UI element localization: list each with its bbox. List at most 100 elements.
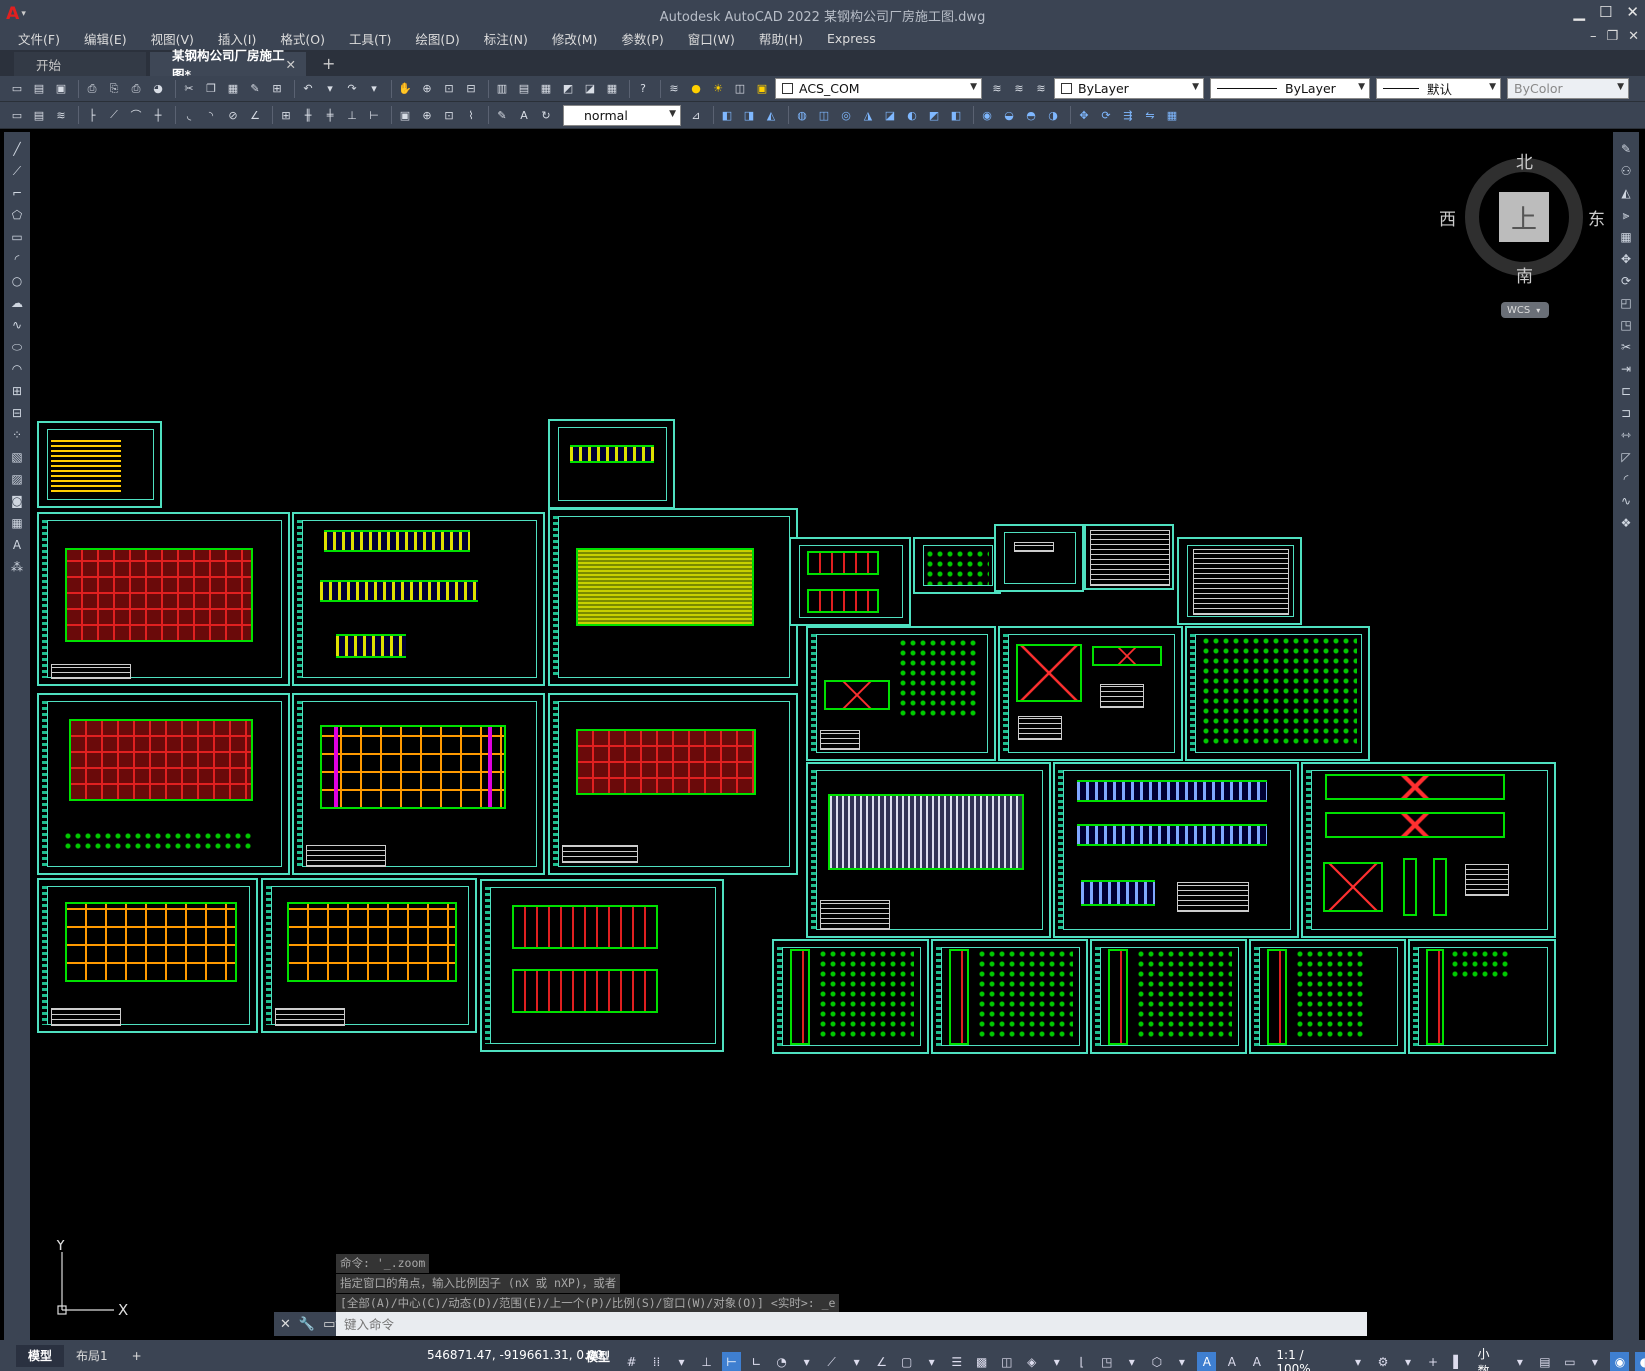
- ortho-mode-icon[interactable]: ∟: [747, 1352, 766, 1371]
- slice-icon[interactable]: ◑: [1044, 106, 1062, 124]
- object-snap-icon[interactable]: ▢: [897, 1352, 916, 1371]
- menu-file[interactable]: 文件(F): [18, 29, 60, 48]
- dimension-style-dropdown[interactable]: normal ▼: [563, 104, 681, 126]
- stretch-icon[interactable]: ◳: [1617, 316, 1635, 334]
- viewcube-top-face[interactable]: 上: [1499, 192, 1549, 242]
- wcs-menu-button[interactable]: WCS ▾: [1501, 302, 1549, 318]
- revision-cloud-icon[interactable]: ☁: [8, 294, 26, 312]
- gizmo-icon[interactable]: ⬡: [1147, 1352, 1166, 1371]
- menu-edit[interactable]: 编辑(E): [84, 29, 127, 48]
- application-menu-button[interactable]: A ▾: [4, 0, 28, 27]
- rotate-icon[interactable]: ⟳: [1617, 272, 1635, 290]
- sweep-icon[interactable]: ◩: [925, 106, 943, 124]
- close-icon[interactable]: ✕: [286, 57, 296, 72]
- chevron-down-icon[interactable]: ▾: [365, 80, 383, 98]
- chevron-down-icon[interactable]: ▾: [321, 80, 339, 98]
- loft-icon[interactable]: ◧: [947, 106, 965, 124]
- region-icon[interactable]: ◙: [8, 492, 26, 510]
- extrude-icon[interactable]: ◪: [881, 106, 899, 124]
- layer-icon[interactable]: ≋: [52, 106, 70, 124]
- diameter-dimension-icon[interactable]: ⊘: [224, 106, 242, 124]
- mirror-icon[interactable]: ◭: [1617, 184, 1635, 202]
- units-value[interactable]: 小数: [1474, 1345, 1505, 1371]
- fillet-icon[interactable]: ◜: [1617, 470, 1635, 488]
- rectangle-icon[interactable]: ▭: [8, 228, 26, 246]
- selection-filter-icon[interactable]: ◳: [1097, 1352, 1116, 1371]
- drawing-canvas[interactable]: [32, 132, 1609, 1340]
- layer-state-icon[interactable]: ≋: [1032, 80, 1050, 98]
- spline-icon[interactable]: ∿: [8, 316, 26, 334]
- revolve-icon[interactable]: ◐: [903, 106, 921, 124]
- cut-icon[interactable]: ✂: [180, 80, 198, 98]
- layer-previous-icon[interactable]: ≋: [1010, 80, 1028, 98]
- lineweight-dropdown[interactable]: 默认 ▼: [1376, 78, 1501, 99]
- line-icon[interactable]: ╱: [8, 140, 26, 158]
- paste-icon[interactable]: ▦: [224, 80, 242, 98]
- design-center-icon[interactable]: ▤: [515, 80, 533, 98]
- blend-curves-icon[interactable]: ∿: [1617, 492, 1635, 510]
- dimension-update-icon[interactable]: ↻: [537, 106, 555, 124]
- transparency-icon[interactable]: ▩: [972, 1352, 991, 1371]
- compass-north[interactable]: 北: [1516, 148, 1533, 173]
- linear-dimension-icon[interactable]: ├: [83, 106, 101, 124]
- wedge-icon[interactable]: ◨: [740, 106, 758, 124]
- workspace-icon[interactable]: ▭: [8, 106, 26, 124]
- plot-preview-icon[interactable]: ⎘: [105, 80, 123, 98]
- menu-dimension[interactable]: 标注(N): [484, 29, 528, 48]
- tab-start[interactable]: 开始: [14, 52, 146, 76]
- compass-south[interactable]: 南: [1516, 262, 1533, 287]
- new-tab-button[interactable]: +: [316, 52, 341, 76]
- copy-icon[interactable]: ❐: [202, 80, 220, 98]
- insert-block-icon[interactable]: ⊞: [8, 382, 26, 400]
- gear-icon[interactable]: ⚙: [1373, 1352, 1392, 1371]
- gradient-icon[interactable]: ▨: [8, 470, 26, 488]
- dimension-space-icon[interactable]: ⊥: [343, 106, 361, 124]
- subtract-icon[interactable]: ◒: [1000, 106, 1018, 124]
- join-icon[interactable]: ⇿: [1617, 426, 1635, 444]
- construction-line-icon[interactable]: ⟋: [8, 162, 26, 180]
- model-space-toggle[interactable]: 模型: [586, 1348, 610, 1365]
- annotation-scale-value[interactable]: 1:1 / 100%: [1272, 1348, 1342, 1371]
- 3d-print-icon[interactable]: ◕: [149, 80, 167, 98]
- intersect-icon[interactable]: ◓: [1022, 106, 1040, 124]
- menu-format[interactable]: 格式(O): [280, 29, 325, 48]
- sun-icon[interactable]: ☀: [709, 80, 727, 98]
- jogged-dimension-icon[interactable]: ◝: [202, 106, 220, 124]
- minimize-button[interactable]: ▁: [1573, 3, 1585, 21]
- chevron-down-icon[interactable]: ▾: [672, 1352, 691, 1371]
- dimension-break-icon[interactable]: ⊢: [365, 106, 383, 124]
- grid-icon[interactable]: #: [622, 1352, 641, 1371]
- layer-properties-icon[interactable]: ≋: [665, 80, 683, 98]
- make-block-icon[interactable]: ⊟: [8, 404, 26, 422]
- zoom-previous-icon[interactable]: ⊟: [462, 80, 480, 98]
- sheet-set-icon[interactable]: ◩: [559, 80, 577, 98]
- add-layout-button[interactable]: +: [120, 1345, 154, 1367]
- layout-tab-model[interactable]: 模型: [16, 1344, 65, 1367]
- break-at-point-icon[interactable]: ⊏: [1617, 382, 1635, 400]
- tool-palettes-icon[interactable]: ▦: [537, 80, 555, 98]
- extend-icon[interactable]: ⇥: [1617, 360, 1635, 378]
- redo-icon[interactable]: ↷: [343, 80, 361, 98]
- match-properties-icon[interactable]: ✎: [246, 80, 264, 98]
- quick-dimension-icon[interactable]: ⊞: [277, 106, 295, 124]
- lineweight-icon[interactable]: ☰: [947, 1352, 966, 1371]
- dynamic-ucs-icon[interactable]: ⌊: [1072, 1352, 1091, 1371]
- markup-icon[interactable]: ◪: [581, 80, 599, 98]
- command-input[interactable]: [336, 1313, 1367, 1335]
- multiline-text-icon[interactable]: A: [8, 536, 26, 554]
- lock-ui-icon[interactable]: ▭: [1560, 1352, 1579, 1371]
- explode-icon[interactable]: ❖: [1617, 514, 1635, 532]
- zoom-realtime-icon[interactable]: ⊕: [418, 80, 436, 98]
- annotation-scale-icon[interactable]: A: [1247, 1352, 1266, 1371]
- tab-drawing[interactable]: 某钢构公司厂房施工图* ✕: [150, 48, 306, 82]
- menu-modify[interactable]: 修改(M): [552, 29, 598, 48]
- units-icon[interactable]: ▌: [1449, 1352, 1468, 1371]
- add-selected-icon[interactable]: ⁂: [8, 558, 26, 576]
- block-editor-icon[interactable]: ⊞: [268, 80, 286, 98]
- menu-tools[interactable]: 工具(T): [349, 29, 391, 48]
- maximize-button[interactable]: ☐: [1599, 3, 1612, 21]
- arc-length-icon[interactable]: ⌒: [127, 106, 145, 124]
- array-icon[interactable]: ▦: [1617, 228, 1635, 246]
- help-icon[interactable]: ?: [634, 80, 652, 98]
- sphere-icon[interactable]: ◍: [793, 106, 811, 124]
